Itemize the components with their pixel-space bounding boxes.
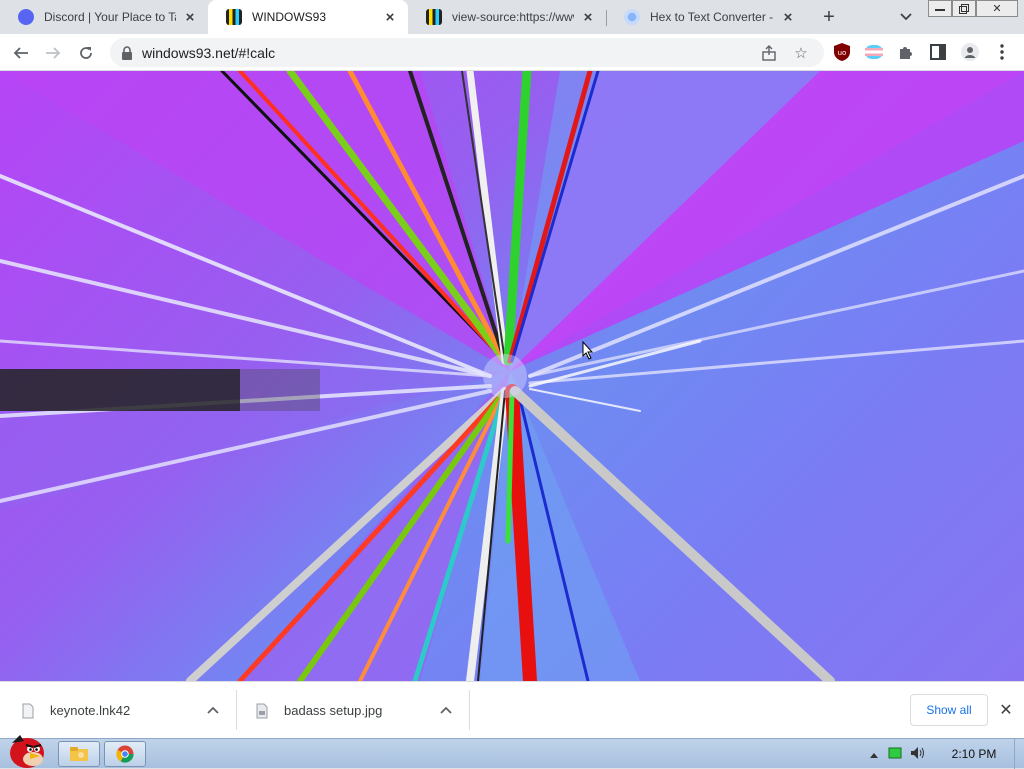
file-explorer-icon xyxy=(70,747,88,761)
windows93-icon xyxy=(226,9,242,25)
taskbar: 2:10 PM xyxy=(0,735,1024,769)
new-tab-button[interactable]: + xyxy=(817,5,841,29)
tab-hex-converter[interactable]: Hex to Text Converter - Tr × xyxy=(606,0,806,34)
close-icon[interactable]: × xyxy=(580,9,596,26)
chevron-up-icon[interactable] xyxy=(205,702,221,718)
close-icon[interactable]: × xyxy=(780,9,796,26)
tab-title: view-source:https://www. xyxy=(452,10,574,24)
browser-toolbar: windows93.net/#!calc ☆ uo xyxy=(0,34,1024,71)
tab-view-source[interactable]: view-source:https://www. × xyxy=(408,0,606,34)
tab-strip: Discord | Your Place to Talk × WINDOWS93… xyxy=(0,0,1024,34)
puzzle-extensions-icon[interactable] xyxy=(897,43,915,61)
pointer-cursor-icon xyxy=(582,340,594,360)
show-desktop-button[interactable] xyxy=(1014,739,1024,769)
tab-windows93[interactable]: WINDOWS93 × xyxy=(208,0,408,34)
hex-converter-icon xyxy=(624,9,640,25)
close-icon[interactable]: ✕ xyxy=(996,700,1016,720)
tab-search-chevron-icon[interactable] xyxy=(896,7,916,27)
kebab-menu-icon[interactable] xyxy=(993,43,1011,61)
window-close-button[interactable]: ✕ xyxy=(976,0,1018,17)
chrome-icon xyxy=(116,745,134,763)
profile-avatar-icon[interactable] xyxy=(961,43,979,61)
download-filename: badass setup.jpg xyxy=(284,703,383,718)
svg-text:uo: uo xyxy=(838,49,847,57)
ublock-origin-icon[interactable]: uo xyxy=(833,43,851,61)
download-filename: keynote.lnk42 xyxy=(50,703,131,718)
download-item[interactable]: keynote.lnk42 xyxy=(20,682,230,739)
back-arrow-icon[interactable] xyxy=(8,40,34,66)
tab-title: Discord | Your Place to Talk xyxy=(44,10,176,24)
download-separator xyxy=(236,690,237,730)
bookmark-star-icon[interactable]: ☆ xyxy=(792,44,810,62)
reload-icon[interactable] xyxy=(73,40,99,66)
image-file-icon xyxy=(256,703,268,718)
discord-icon xyxy=(18,9,34,25)
show-all-downloads-button[interactable]: Show all xyxy=(910,694,988,726)
windows93-icon xyxy=(426,9,442,25)
file-icon xyxy=(22,703,34,718)
pride-flag-extension-icon[interactable] xyxy=(865,43,883,61)
address-bar[interactable]: windows93.net/#!calc ☆ xyxy=(110,38,824,67)
tab-title: WINDOWS93 xyxy=(252,10,327,24)
share-icon[interactable] xyxy=(760,44,778,62)
lock-icon[interactable] xyxy=(120,45,134,60)
restore-button[interactable] xyxy=(952,0,976,17)
url-text[interactable]: windows93.net/#!calc xyxy=(142,45,275,61)
chevron-up-icon[interactable] xyxy=(438,702,454,718)
taskbar-file-explorer-button[interactable] xyxy=(58,741,100,767)
taskbar-chrome-button[interactable] xyxy=(104,741,146,767)
tunnel-visual xyxy=(0,71,1024,681)
system-tray xyxy=(864,739,926,769)
close-icon[interactable]: × xyxy=(182,9,198,26)
minimize-button[interactable] xyxy=(928,0,952,17)
tab-title: Hex to Text Converter - Tr xyxy=(650,10,774,24)
side-panel-icon[interactable] xyxy=(929,43,947,61)
angry-bird-start-icon[interactable] xyxy=(6,731,48,769)
download-separator xyxy=(469,690,470,730)
taskbar-clock[interactable]: 2:10 PM xyxy=(948,739,1000,769)
forward-arrow-icon[interactable] xyxy=(40,40,66,66)
battery-icon[interactable] xyxy=(888,747,902,762)
windows93-page-canvas[interactable] xyxy=(0,71,1024,681)
tab-discord[interactable]: Discord | Your Place to Talk × xyxy=(0,0,208,34)
volume-icon[interactable] xyxy=(910,746,926,763)
close-icon[interactable]: × xyxy=(382,9,398,26)
download-item[interactable]: badass setup.jpg xyxy=(254,682,464,739)
download-shelf: keynote.lnk42 badass setup.jpg Show all … xyxy=(0,681,1024,738)
tray-expand-arrow-icon[interactable] xyxy=(870,747,878,761)
